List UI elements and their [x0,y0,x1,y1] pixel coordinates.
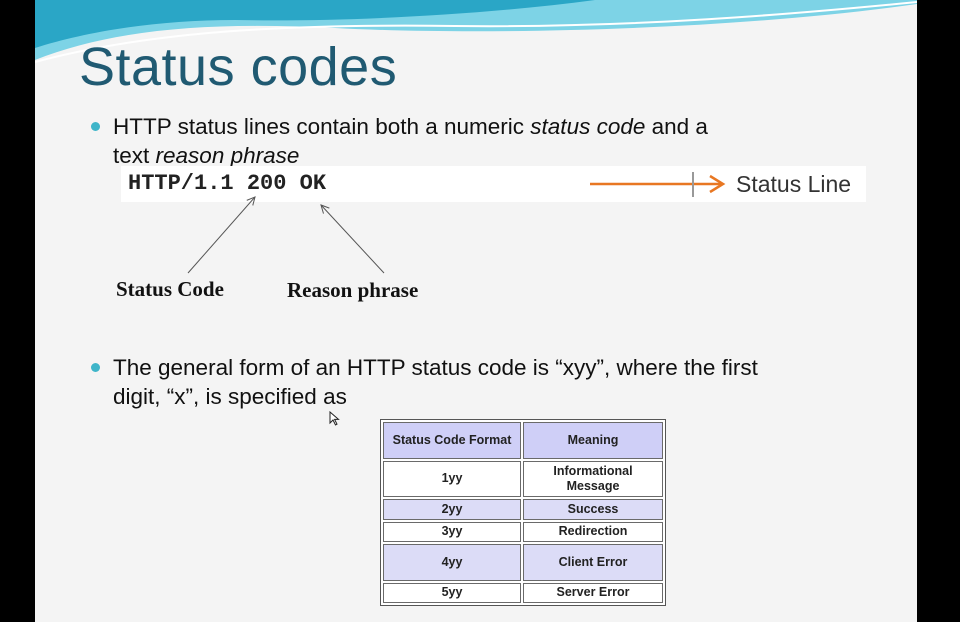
bullet-2-line2: digit, “x”, is specified as [113,384,347,409]
cell-format: 5yy [383,582,521,603]
cell-meaning: Informational Message [523,460,663,498]
cell-meaning: Client Error [523,543,663,581]
reason-phrase-label: Reason phrase [287,278,419,302]
slide: Status codes HTTP status lines contain b… [35,0,917,622]
status-code-table: Status Code Format Meaning 1yy Informati… [380,419,666,606]
cell-meaning: Redirection [523,521,663,542]
cell-format: 1yy [383,460,521,498]
status-code-label: Status Code [116,277,224,301]
cell-format: 3yy [383,521,521,542]
cell-meaning: Success [523,499,663,520]
table-row: 3yy Redirection [383,521,663,542]
cell-format: 2yy [383,499,521,520]
table-row: 2yy Success [383,499,663,520]
status-code-pointer [187,197,255,274]
reason-phrase-pointer [321,205,385,274]
table-header-row: Status Code Format Meaning [383,422,663,459]
table-row: 4yy Client Error [383,543,663,581]
mouse-cursor-icon [329,411,340,426]
cell-meaning: Server Error [523,582,663,603]
bullet-2-line1: The general form of an HTTP status code … [113,355,758,380]
table-row: 1yy Informational Message [383,460,663,498]
bullet-dot-2 [91,363,100,372]
table-row: 5yy Server Error [383,582,663,603]
cell-format: 4yy [383,543,521,581]
header-meaning: Meaning [523,422,663,459]
header-status-code-format: Status Code Format [383,422,521,459]
bullet-2-text: The general form of an HTTP status code … [113,353,758,411]
